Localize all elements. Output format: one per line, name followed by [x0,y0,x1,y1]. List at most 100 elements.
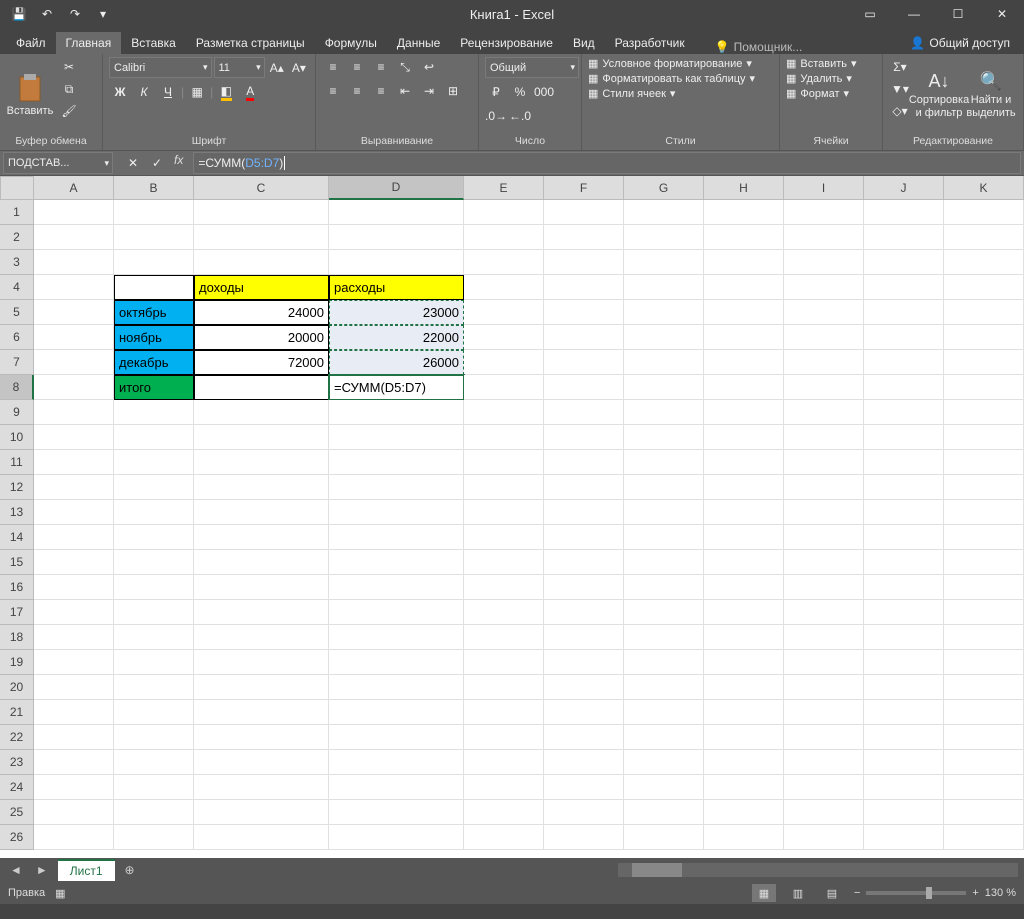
cell-F20[interactable] [544,675,624,700]
col-header-E[interactable]: E [464,176,544,200]
cell-J2[interactable] [864,225,944,250]
fill-color-button[interactable]: ◧ [215,82,237,102]
cell-D6[interactable]: 22000 [329,325,464,350]
cell-K19[interactable] [944,650,1024,675]
cell-I2[interactable] [784,225,864,250]
cell-J5[interactable] [864,300,944,325]
col-header-J[interactable]: J [864,176,944,200]
cell-D26[interactable] [329,825,464,850]
cell-K15[interactable] [944,550,1024,575]
cell-C13[interactable] [194,500,329,525]
cell-G20[interactable] [624,675,704,700]
cell-F3[interactable] [544,250,624,275]
cell-K14[interactable] [944,525,1024,550]
qat-save[interactable]: 💾 [8,3,30,25]
cell-E20[interactable] [464,675,544,700]
cell-A16[interactable] [34,575,114,600]
minimize-button[interactable]: ― [892,0,936,28]
cell-D1[interactable] [329,200,464,225]
row-header-15[interactable]: 15 [0,550,34,575]
cell-E25[interactable] [464,800,544,825]
cell-D21[interactable] [329,700,464,725]
cell-G2[interactable] [624,225,704,250]
cell-B20[interactable] [114,675,194,700]
row-header-26[interactable]: 26 [0,825,34,850]
cell-K22[interactable] [944,725,1024,750]
row-header-11[interactable]: 11 [0,450,34,475]
cell-B14[interactable] [114,525,194,550]
cell-G24[interactable] [624,775,704,800]
col-header-I[interactable]: I [784,176,864,200]
cell-J22[interactable] [864,725,944,750]
cell-J26[interactable] [864,825,944,850]
cell-B17[interactable] [114,600,194,625]
cell-I24[interactable] [784,775,864,800]
cell-E12[interactable] [464,475,544,500]
font-name-combo[interactable]: Calibri [109,57,212,78]
col-header-D[interactable]: D [329,176,464,200]
number-format-combo[interactable]: Общий [485,57,579,78]
cell-H3[interactable] [704,250,784,275]
col-header-A[interactable]: A [34,176,114,200]
cell-G23[interactable] [624,750,704,775]
cell-E8[interactable] [464,375,544,400]
cell-A13[interactable] [34,500,114,525]
cell-H12[interactable] [704,475,784,500]
cell-G18[interactable] [624,625,704,650]
cell-H26[interactable] [704,825,784,850]
row-header-5[interactable]: 5 [0,300,34,325]
cell-A14[interactable] [34,525,114,550]
cell-E14[interactable] [464,525,544,550]
cell-B16[interactable] [114,575,194,600]
row-header-22[interactable]: 22 [0,725,34,750]
cell-D12[interactable] [329,475,464,500]
cell-I16[interactable] [784,575,864,600]
cell-B24[interactable] [114,775,194,800]
cell-C3[interactable] [194,250,329,275]
cell-C26[interactable] [194,825,329,850]
cell-K8[interactable] [944,375,1024,400]
cell-E11[interactable] [464,450,544,475]
cell-D24[interactable] [329,775,464,800]
cell-K21[interactable] [944,700,1024,725]
zoom-slider[interactable] [866,891,966,895]
cell-J20[interactable] [864,675,944,700]
font-size-combo[interactable]: 11 [214,57,265,78]
cell-I18[interactable] [784,625,864,650]
cell-C1[interactable] [194,200,329,225]
cell-D10[interactable] [329,425,464,450]
cell-C24[interactable] [194,775,329,800]
row-header-9[interactable]: 9 [0,400,34,425]
borders-button[interactable]: ▦ [186,82,208,102]
increase-decimal-button[interactable]: .0→ [485,106,507,126]
cell-F5[interactable] [544,300,624,325]
cell-C19[interactable] [194,650,329,675]
cell-I10[interactable] [784,425,864,450]
cell-C25[interactable] [194,800,329,825]
cell-F21[interactable] [544,700,624,725]
cell-B2[interactable] [114,225,194,250]
format-as-table-button[interactable]: ▦Форматировать как таблицу▾ [588,72,773,85]
cell-E10[interactable] [464,425,544,450]
cell-H16[interactable] [704,575,784,600]
align-right-button[interactable]: ≡ [370,81,392,101]
cell-H14[interactable] [704,525,784,550]
cell-D19[interactable] [329,650,464,675]
increase-font-button[interactable]: A▴ [267,58,287,78]
row-header-21[interactable]: 21 [0,700,34,725]
cell-E19[interactable] [464,650,544,675]
cell-F14[interactable] [544,525,624,550]
cell-C21[interactable] [194,700,329,725]
cell-F23[interactable] [544,750,624,775]
cell-K12[interactable] [944,475,1024,500]
cell-G26[interactable] [624,825,704,850]
orientation-button[interactable]: ⤡ [394,57,416,77]
row-header-24[interactable]: 24 [0,775,34,800]
cell-F22[interactable] [544,725,624,750]
cell-K25[interactable] [944,800,1024,825]
tab-page-layout[interactable]: Разметка страницы [186,32,315,54]
cell-A5[interactable] [34,300,114,325]
fill-button[interactable]: ▼▾ [889,79,911,99]
cell-H13[interactable] [704,500,784,525]
cell-H17[interactable] [704,600,784,625]
